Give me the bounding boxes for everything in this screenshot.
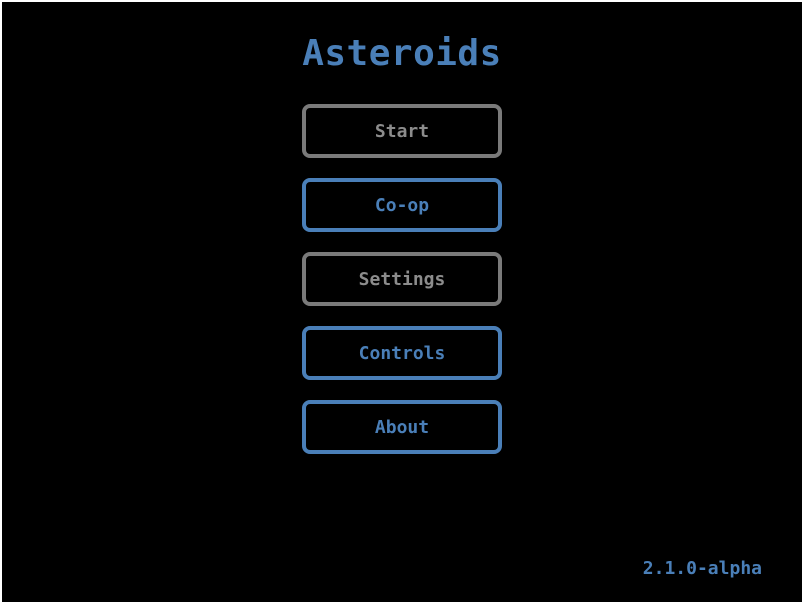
- coop-button[interactable]: Co-op: [302, 178, 502, 232]
- start-button[interactable]: Start: [302, 104, 502, 158]
- about-button[interactable]: About: [302, 400, 502, 454]
- game-title: Asteroids: [302, 33, 502, 74]
- version-label: 2.1.0-alpha: [642, 558, 762, 579]
- settings-button[interactable]: Settings: [302, 252, 502, 306]
- game-screen: Asteroids Start Co-op Settings Controls …: [2, 2, 802, 602]
- main-menu: Start Co-op Settings Controls About: [302, 104, 502, 474]
- controls-button[interactable]: Controls: [302, 326, 502, 380]
